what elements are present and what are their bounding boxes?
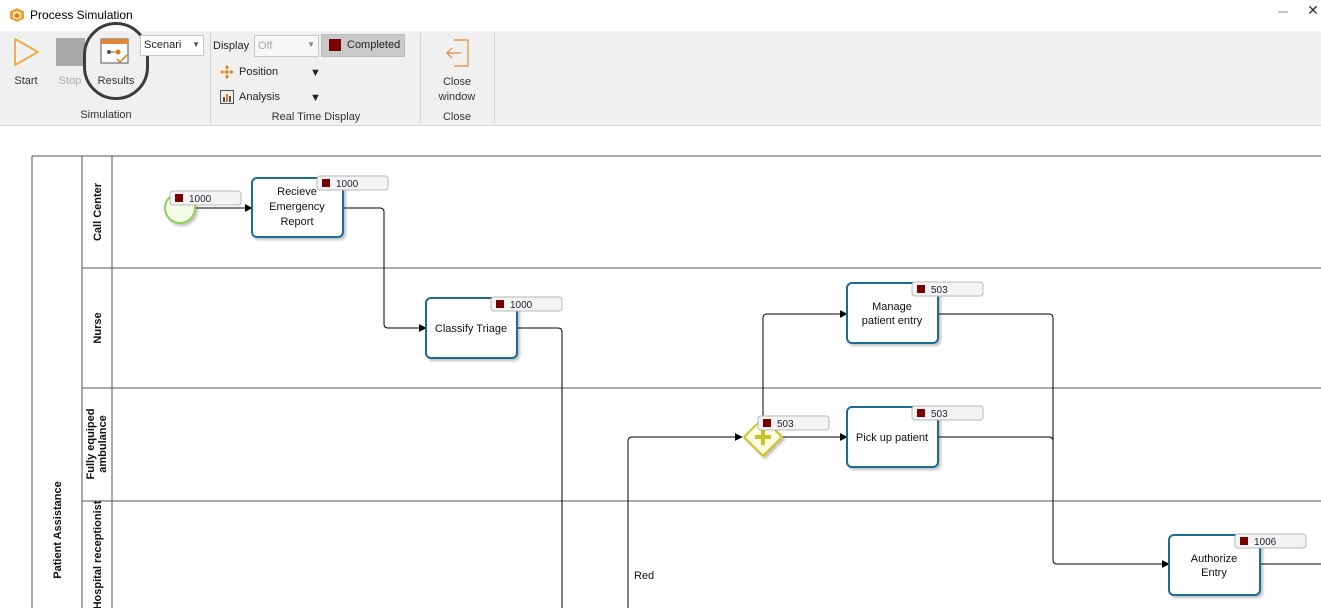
lane-label-ambulance-2: ambulance [97, 415, 109, 472]
task-label: Recieve [277, 186, 317, 198]
task-label: Manage [872, 301, 912, 313]
completed-swatch [329, 39, 341, 51]
ribbon: Start Stop Results Scenari ▼ Simulation … [0, 22, 1321, 126]
task-label: Pick up patient [856, 432, 928, 444]
stop-icon [56, 38, 85, 66]
counter-badge-start-event: 1000 [169, 190, 242, 206]
window-title: Process Simulation [30, 8, 133, 22]
task-label: Classify Triage [435, 323, 507, 335]
results-highlight [83, 22, 149, 100]
counter-value: 503 [931, 285, 948, 296]
counter-badge-classify: 1000 [490, 296, 563, 312]
play-icon [14, 38, 39, 66]
lane-label-call-center: Call Center [92, 182, 104, 241]
start-label: Start [14, 75, 38, 87]
analysis-menu[interactable]: Analysis ▼ [218, 89, 323, 107]
completed-toggle[interactable]: Completed [321, 34, 405, 57]
close-window-label-1: Close [442, 76, 472, 88]
task-label: Entry [1201, 567, 1227, 579]
chevron-down-icon: ▼ [310, 67, 321, 79]
group-divider [420, 33, 421, 123]
display-dropdown[interactable]: Off ▼ [254, 35, 319, 57]
group-divider [494, 33, 495, 123]
counter-badge-authorize: 1006 [1234, 533, 1307, 549]
counter-value: 1000 [336, 179, 359, 190]
position-label: Position [239, 66, 279, 78]
counter-value: 1000 [510, 300, 533, 311]
close-window-label-2: window [438, 91, 476, 103]
counter-value: 1006 [1254, 537, 1277, 548]
analysis-label: Analysis [239, 91, 280, 103]
start-button[interactable]: Start [6, 35, 46, 91]
bpmn-diagram: Patient Assistance Call Center Nurse Ful… [31, 155, 1321, 609]
task-label: Report [280, 216, 313, 228]
position-menu[interactable]: Position ▼ [218, 64, 323, 82]
counter-badge-gateway: 503 [757, 415, 830, 431]
simulation-group-label: Simulation [80, 109, 132, 121]
exit-icon [446, 39, 469, 67]
display-label: Display [213, 40, 250, 52]
bar-chart-icon [220, 90, 234, 104]
diagram-canvas[interactable]: Patient Assistance Call Center Nurse Ful… [0, 126, 1321, 609]
app-icon [10, 8, 24, 22]
close-window-button[interactable]: Close window [430, 37, 484, 103]
task-label: patient entry [862, 315, 923, 327]
realtime-group-label: Real Time Display [271, 111, 361, 123]
counter-badge-manage: 503 [911, 281, 984, 297]
move-icon [220, 65, 234, 79]
pool-label: Patient Assistance [52, 481, 64, 578]
lane-label-receptionist: Hospital receptionist [92, 500, 104, 608]
chevron-down-icon: ▼ [192, 40, 200, 49]
task-label: Authorize [1191, 553, 1237, 565]
counter-value: 1000 [189, 194, 212, 205]
title-bar: Process Simulation ✕ [0, 0, 1321, 31]
scenario-value: Scenari [144, 39, 182, 51]
task-label: Emergency [269, 201, 325, 213]
close-window-icon[interactable]: ✕ [1306, 3, 1320, 17]
counter-badge-recieve: 1000 [316, 175, 389, 191]
stop-label: Stop [58, 75, 82, 87]
group-divider [210, 33, 211, 123]
counter-badge-pickup: 503 [911, 405, 984, 421]
chevron-down-icon: ▼ [310, 92, 321, 104]
minimize-icon[interactable] [1276, 3, 1290, 17]
counter-value: 503 [931, 409, 948, 420]
close-group-label: Close [442, 111, 472, 123]
chevron-down-icon: ▼ [307, 40, 315, 49]
display-value: Off [258, 40, 273, 52]
pool[interactable] [31, 155, 1321, 608]
completed-label: Completed [347, 39, 401, 51]
flow-label-red: Red [634, 570, 654, 582]
counter-value: 503 [777, 419, 794, 430]
scenario-dropdown[interactable]: Scenari ▼ [140, 35, 204, 56]
lane-label-ambulance-1: Fully equiped [85, 409, 97, 480]
lane-label-nurse: Nurse [92, 312, 104, 343]
